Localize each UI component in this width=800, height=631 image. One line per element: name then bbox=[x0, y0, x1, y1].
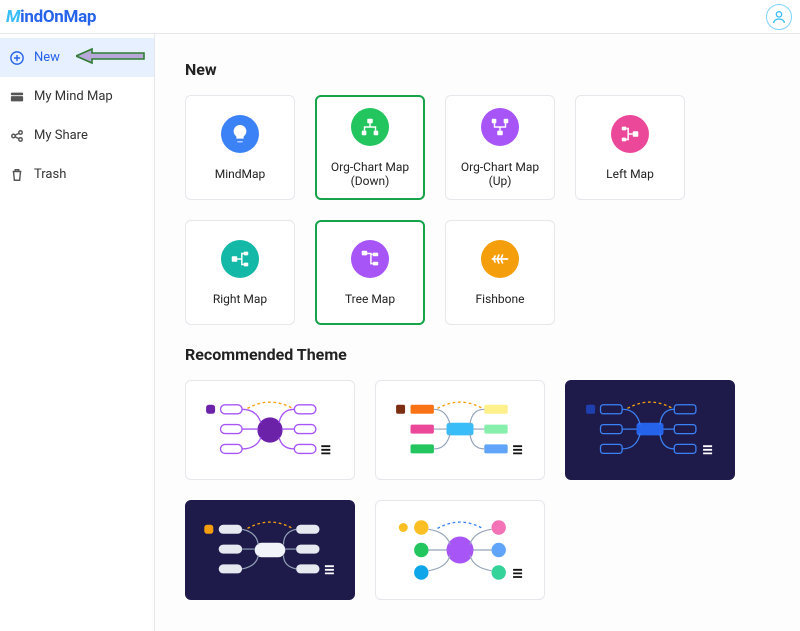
card-label: Left Map bbox=[606, 167, 654, 181]
template-card-org-chart-up[interactable]: Org-Chart Map (Up) bbox=[445, 95, 555, 200]
template-card-org-chart-down[interactable]: Org-Chart Map (Down) bbox=[315, 95, 425, 200]
annotation-arrow-icon bbox=[76, 45, 146, 71]
template-grid: MindMap Org-Chart Map (Down) Org-Chart M… bbox=[185, 95, 770, 325]
sidebar-item-trash[interactable]: Trash bbox=[0, 155, 154, 194]
sidebar-item-my-mind-map[interactable]: My Mind Map bbox=[0, 77, 154, 116]
sidebar-item-label: Trash bbox=[34, 167, 66, 182]
trash-icon bbox=[10, 168, 24, 182]
template-card-mindmap[interactable]: MindMap bbox=[185, 95, 295, 200]
card-label: Fishbone bbox=[476, 292, 525, 306]
sidebar-item-label: My Mind Map bbox=[34, 89, 113, 104]
template-card-tree-map[interactable]: Tree Map bbox=[315, 220, 425, 325]
section-title-new: New bbox=[185, 60, 770, 79]
app-header: MindOnMap bbox=[0, 0, 800, 34]
plus-circle-icon bbox=[10, 51, 24, 65]
theme-grid bbox=[185, 380, 770, 600]
template-card-fishbone[interactable]: Fishbone bbox=[445, 220, 555, 325]
logo: MindOnMap bbox=[6, 7, 96, 27]
card-label: Right Map bbox=[213, 292, 267, 306]
card-label: MindMap bbox=[215, 167, 266, 181]
org-down-icon bbox=[351, 108, 389, 146]
main-content: New MindMap Org-Chart Map (Down) Org-Cha… bbox=[155, 34, 800, 631]
theme-card-pastel-circles[interactable] bbox=[375, 500, 545, 600]
theme-card-color-blocks[interactable] bbox=[375, 380, 545, 480]
template-card-right-map[interactable]: Right Map bbox=[185, 220, 295, 325]
sidebar-item-label: New bbox=[34, 50, 60, 65]
org-up-icon bbox=[481, 108, 519, 146]
sidebar-item-new[interactable]: New bbox=[0, 38, 154, 77]
folder-icon bbox=[10, 90, 24, 104]
fishbone-icon bbox=[481, 240, 519, 278]
card-label: Org-Chart Map (Down) bbox=[321, 160, 419, 188]
user-avatar[interactable] bbox=[766, 4, 792, 30]
template-card-left-map[interactable]: Left Map bbox=[575, 95, 685, 200]
theme-card-blue-dark[interactable] bbox=[565, 380, 735, 480]
sidebar: New My Mind Map My Share Trash bbox=[0, 34, 155, 631]
sidebar-item-label: My Share bbox=[34, 128, 88, 143]
sidebar-item-my-share[interactable]: My Share bbox=[0, 116, 154, 155]
right-map-icon bbox=[221, 240, 259, 278]
card-label: Org-Chart Map (Up) bbox=[450, 160, 550, 188]
section-title-recommended: Recommended Theme bbox=[185, 345, 770, 364]
share-icon bbox=[10, 129, 24, 143]
bulb-icon bbox=[221, 115, 259, 153]
theme-card-fluid-dark[interactable] bbox=[185, 500, 355, 600]
left-map-icon bbox=[611, 115, 649, 153]
card-label: Tree Map bbox=[345, 292, 395, 306]
theme-card-purple-outline[interactable] bbox=[185, 380, 355, 480]
tree-map-icon bbox=[351, 240, 389, 278]
